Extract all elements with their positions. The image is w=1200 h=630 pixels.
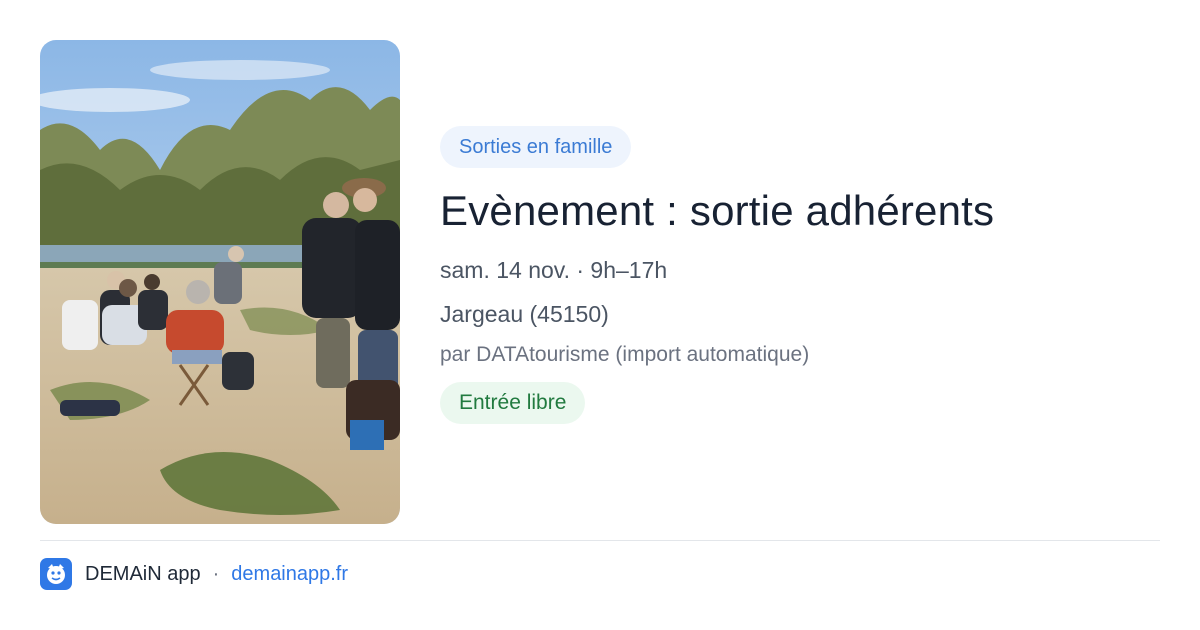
category-badge[interactable]: Sorties en famille [440,126,632,168]
footer-divider [40,540,1160,541]
footer-separator: · [212,562,220,585]
brand-name: DEMAiN app [85,562,201,585]
demain-logo-icon [40,558,72,590]
event-photo [40,40,400,524]
site-link[interactable]: demainapp.fr [231,563,348,586]
event-organizer: par DATAtourisme (import automatique) [440,343,810,366]
footer: DEMAiN app · demainapp.fr [40,558,348,590]
event-date: sam. 14 nov. · 9h–17h [440,257,668,283]
event-location: Jargeau (45150) [440,301,609,327]
event-details: Sorties en famille Evènement : sortie ad… [440,126,1160,424]
event-title: Evènement : sortie adhérents [440,187,995,234]
price-badge: Entrée libre [440,382,586,424]
